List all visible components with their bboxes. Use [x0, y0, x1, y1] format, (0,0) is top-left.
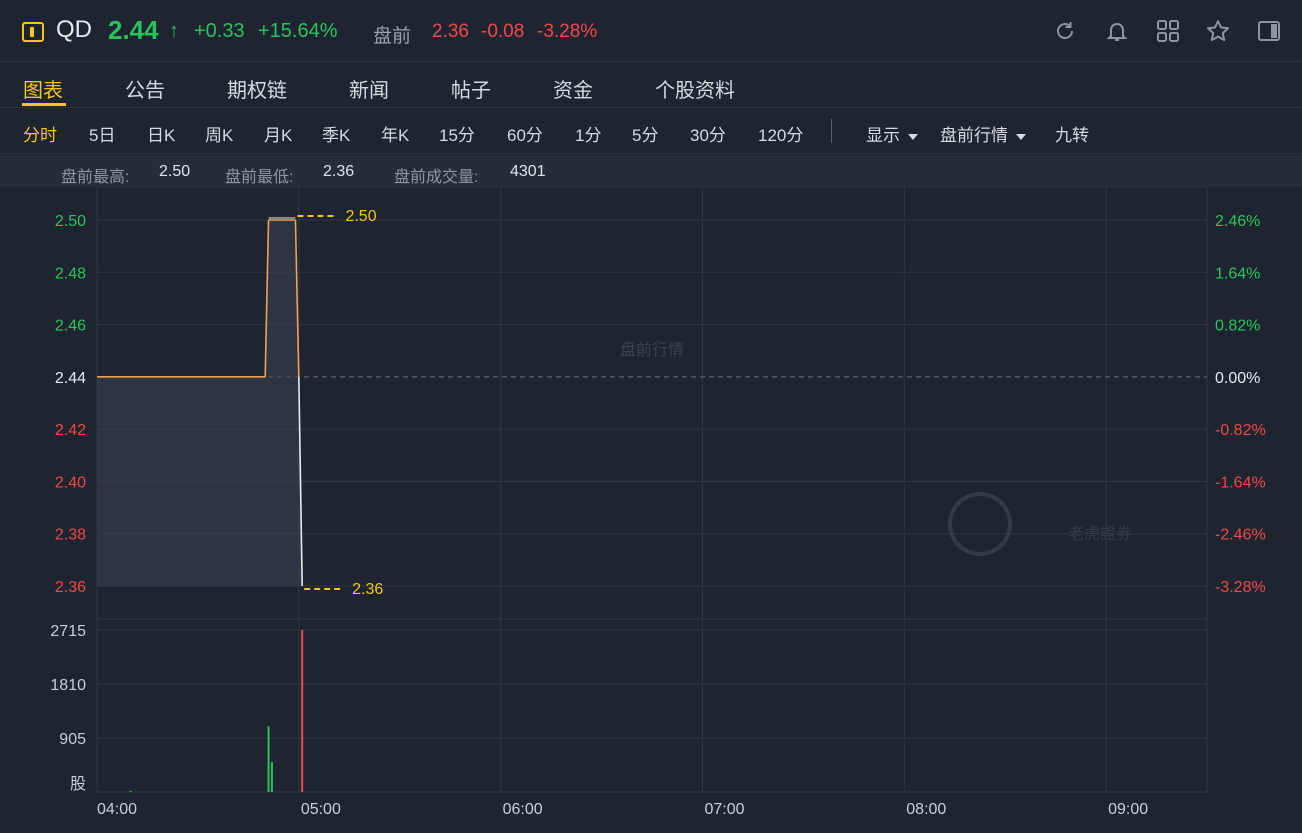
- volume-tick-label: 2715: [50, 623, 86, 640]
- premarket-price: 2.36: [432, 21, 469, 42]
- high-marker-label: 2.50: [345, 208, 376, 225]
- tab-news[interactable]: 新闻: [349, 74, 389, 103]
- session-dropdown-label: 盘前行情: [940, 126, 1008, 145]
- market-status-icon: [22, 22, 44, 42]
- caret-down-icon: [1016, 133, 1026, 140]
- time-tick-label: 07:00: [704, 801, 744, 818]
- tab-chart[interactable]: 图表: [23, 74, 63, 103]
- time-tick-label: 09:00: [1108, 801, 1148, 818]
- brand-logo-icon: [948, 492, 1012, 556]
- price-change-pct: +15.64%: [258, 20, 338, 42]
- period-15min[interactable]: 15分: [439, 121, 475, 146]
- display-dropdown[interactable]: 显示: [866, 121, 918, 146]
- refresh-icon[interactable]: [1052, 18, 1078, 44]
- display-dropdown-label: 显示: [866, 126, 900, 145]
- bell-icon[interactable]: [1104, 18, 1130, 44]
- period-quarterly[interactable]: 季K: [322, 121, 350, 146]
- premarket-stats: 盘前最高: 2.50 盘前最低: 2.36 盘前成交量: 4301: [0, 155, 1302, 187]
- price-tick-label: 2.42: [55, 422, 86, 439]
- premarket-low-label: 盘前最低:: [225, 169, 294, 186]
- quote-header: QD 2.44 ↑ +0.33 +15.64% 盘前 2.36 -0.08 -3…: [0, 0, 1302, 62]
- pct-tick-label: 0.82%: [1215, 318, 1260, 335]
- time-tick-label: 06:00: [503, 801, 543, 818]
- pct-tick-label: -2.46%: [1215, 527, 1266, 544]
- last-price: 2.44: [108, 15, 159, 45]
- pct-tick-label: -3.28%: [1215, 579, 1266, 596]
- caret-down-icon: [908, 133, 918, 140]
- premarket-low-value: 2.36: [323, 163, 355, 180]
- period-5min[interactable]: 5分: [632, 121, 658, 146]
- time-tick-label: 08:00: [906, 801, 946, 818]
- tab-profile[interactable]: 个股资料: [655, 74, 735, 103]
- low-marker-label: 2.36: [352, 581, 383, 598]
- chart-watermark: 盘前行情: [620, 340, 684, 359]
- brand-watermark: 老虎證券: [1068, 525, 1132, 543]
- price-tick-label: 2.36: [55, 579, 86, 596]
- period-30min[interactable]: 30分: [690, 121, 726, 146]
- star-icon[interactable]: [1205, 18, 1231, 44]
- period-weekly[interactable]: 周K: [205, 121, 233, 146]
- volume-tick-label: 1810: [50, 677, 86, 694]
- tab-announcements[interactable]: 公告: [125, 74, 165, 103]
- pct-tick-label: -1.64%: [1215, 474, 1266, 491]
- price-tick-label: 2.38: [55, 527, 86, 544]
- pct-tick-label: 1.64%: [1215, 265, 1260, 282]
- premarket-label: 盘前: [373, 26, 412, 47]
- volume-unit-label: 股: [70, 775, 86, 793]
- tab-capital[interactable]: 资金: [553, 74, 593, 103]
- volume-tick-label: 905: [59, 731, 86, 748]
- price-change: +0.33: [194, 20, 245, 42]
- price-tick-label: 2.48: [55, 265, 86, 282]
- period-monthly[interactable]: 月K: [264, 121, 292, 146]
- price-area: [97, 220, 303, 586]
- ticker-symbol: QD: [56, 16, 92, 43]
- pct-tick-label: 2.46%: [1215, 213, 1260, 230]
- period-daily[interactable]: 日K: [147, 121, 175, 146]
- price-tick-label: 2.50: [55, 213, 86, 230]
- period-120min[interactable]: 120分: [758, 121, 803, 146]
- premarket-high-label: 盘前最高:: [61, 169, 130, 186]
- time-tick-label: 05:00: [301, 801, 341, 818]
- premarket-high-value: 2.50: [159, 163, 191, 180]
- premarket-change: -0.08: [481, 21, 525, 42]
- price-tick-label: 2.40: [55, 474, 86, 491]
- premarket-volume-value: 4301: [510, 163, 546, 180]
- nine-turn-toggle[interactable]: 九转: [1055, 121, 1089, 146]
- time-tick-label: 04:00: [97, 801, 137, 818]
- panel-icon[interactable]: [1256, 18, 1282, 44]
- volume-panel-frame: [96, 618, 1208, 793]
- period-bar: 分时 5日 日K 周K 月K 季K 年K 15分 60分 1分 5分 30分 1…: [0, 108, 1302, 154]
- pct-tick-label: -0.82%: [1215, 422, 1266, 439]
- tab-option-chain[interactable]: 期权链: [227, 74, 287, 103]
- tab-posts[interactable]: 帖子: [451, 74, 491, 103]
- period-divider: [831, 119, 832, 143]
- chart-canvas[interactable]: 04:00 05:00 06:00 07:00 08:00 09:00 2.50 2.46% 2…: [0, 187, 1302, 833]
- premarket-volume-label: 盘前成交量:: [394, 169, 479, 186]
- grid-icon[interactable]: [1155, 18, 1181, 44]
- session-dropdown[interactable]: 盘前行情: [940, 121, 1026, 146]
- period-1min[interactable]: 1分: [575, 121, 601, 146]
- price-tick-label: 2.44: [55, 370, 86, 387]
- period-intraday[interactable]: 分时: [23, 121, 57, 146]
- pct-tick-label: 0.00%: [1215, 370, 1260, 387]
- period-60min[interactable]: 60分: [507, 121, 543, 146]
- up-arrow-icon: ↑: [169, 20, 179, 42]
- period-5day[interactable]: 5日: [89, 121, 115, 146]
- main-tabs: 图表 公告 期权链 新闻 帖子 资金 个股资料: [0, 62, 1302, 108]
- intraday-chart[interactable]: 04:00 05:00 06:00 07:00 08:00 09:00 2.50 2.46% 2…: [0, 187, 1302, 833]
- price-tick-label: 2.46: [55, 318, 86, 335]
- period-yearly[interactable]: 年K: [381, 121, 409, 146]
- active-tab-indicator: [22, 103, 66, 106]
- premarket-change-pct: -3.28%: [537, 21, 598, 42]
